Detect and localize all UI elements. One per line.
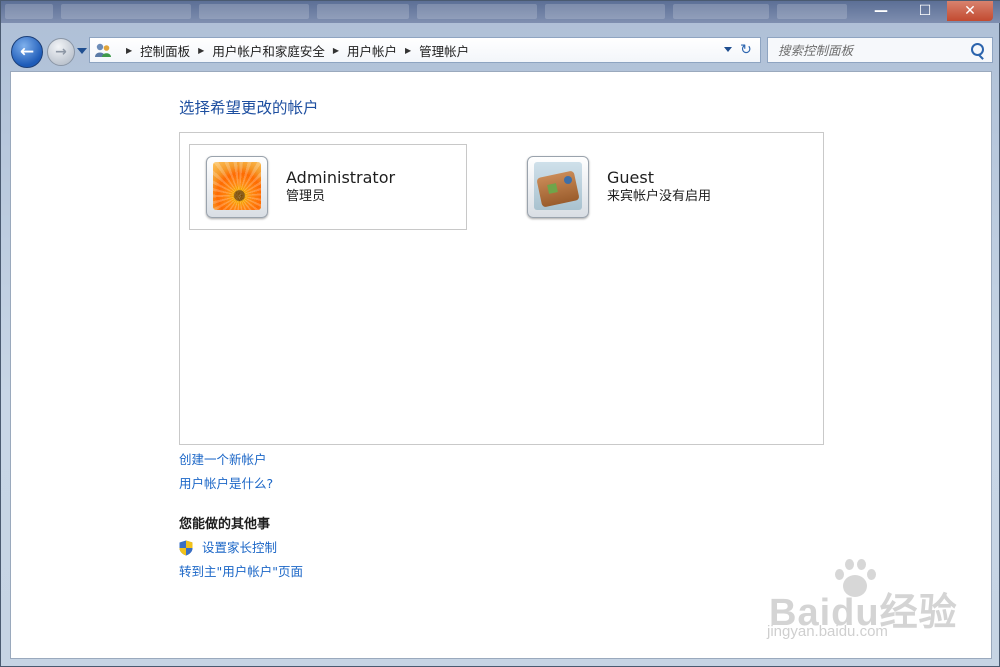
content-pane: 选择希望更改的帐户 Administrator 管理员 Guest 来宾帐户没有… [10, 71, 992, 659]
refresh-icon[interactable]: ↻ [737, 41, 755, 59]
flower-avatar-icon [206, 156, 268, 218]
title-bar: — ☐ ✕ [1, 1, 1000, 23]
create-account-link[interactable]: 创建一个新帐户 [179, 448, 273, 472]
breadcrumb-control-panel[interactable]: 控制面板 [140, 41, 190, 60]
what-is-user-account-link[interactable]: 用户帐户是什么? [179, 472, 273, 496]
other-tasks-heading: 您能做的其他事 [179, 517, 271, 532]
accounts-panel: Administrator 管理员 Guest 来宾帐户没有启用 [179, 132, 824, 445]
forward-button[interactable]: → [47, 38, 75, 66]
search-icon[interactable] [971, 43, 984, 56]
address-bar[interactable]: ▶ 控制面板 ▶ 用户帐户和家庭安全 ▶ 用户帐户 ▶ 管理帐户 ↻ [89, 37, 761, 63]
address-history-chevron-icon[interactable] [724, 47, 732, 52]
recent-pages-dropdown[interactable] [77, 48, 87, 54]
uac-shield-icon [179, 540, 193, 556]
breadcrumb-separator: ▶ [332, 45, 339, 55]
navigation-bar: ← → ▶ 控制面板 ▶ 用户帐户和家庭安全 ▶ 用户帐户 ▶ 管理帐户 ↻ [1, 23, 1000, 71]
account-status: 来宾帐户没有启用 [607, 189, 712, 204]
main-user-accounts-link[interactable]: 转到主"用户帐户"页面 [179, 560, 303, 584]
breadcrumb-separator: ▶ [405, 45, 412, 55]
search-box[interactable] [767, 37, 993, 63]
account-tile-guest[interactable]: Guest 来宾帐户没有启用 [511, 144, 801, 230]
taskbar-ghost [61, 4, 191, 19]
breadcrumb-user-accounts-family-safety[interactable]: 用户帐户和家庭安全 [212, 41, 325, 60]
account-name: Administrator [286, 168, 396, 187]
search-input[interactable] [776, 41, 970, 59]
other-tasks-list: 设置家长控制 转到主"用户帐户"页面 [179, 536, 303, 584]
breadcrumb-separator: ▶ [198, 45, 205, 55]
breadcrumb-separator: ▶ [126, 45, 133, 55]
minimize-button[interactable]: — [861, 1, 901, 21]
breadcrumb-manage-accounts[interactable]: 管理帐户 [419, 41, 469, 60]
page-title: 选择希望更改的帐户 [179, 99, 319, 117]
maximize-button[interactable]: ☐ [905, 1, 945, 21]
account-type: 管理员 [286, 189, 326, 204]
taskbar-ghost [545, 4, 665, 19]
taskbar-ghost [777, 4, 847, 19]
suitcase-avatar-icon [527, 156, 589, 218]
close-button[interactable]: ✕ [947, 1, 993, 21]
taskbar-ghost [673, 4, 769, 19]
account-links: 创建一个新帐户 用户帐户是什么? [179, 448, 273, 496]
account-tile-administrator[interactable]: Administrator 管理员 [189, 144, 467, 230]
breadcrumb-user-accounts[interactable]: 用户帐户 [347, 41, 397, 60]
taskbar-ghost [199, 4, 309, 19]
taskbar-ghost [5, 4, 53, 19]
taskbar-ghost [317, 4, 409, 19]
account-name: Guest [607, 168, 654, 187]
back-button[interactable]: ← [11, 36, 43, 68]
taskbar-ghost [417, 4, 537, 19]
control-panel-icon [94, 42, 112, 58]
control-panel-window: — ☐ ✕ ← → ▶ 控制面板 ▶ 用户帐户和家庭安全 ▶ 用户帐户 ▶ 管理… [0, 0, 1000, 667]
parental-controls-link[interactable]: 设置家长控制 [202, 536, 277, 560]
parental-controls-row[interactable]: 设置家长控制 [179, 536, 303, 560]
